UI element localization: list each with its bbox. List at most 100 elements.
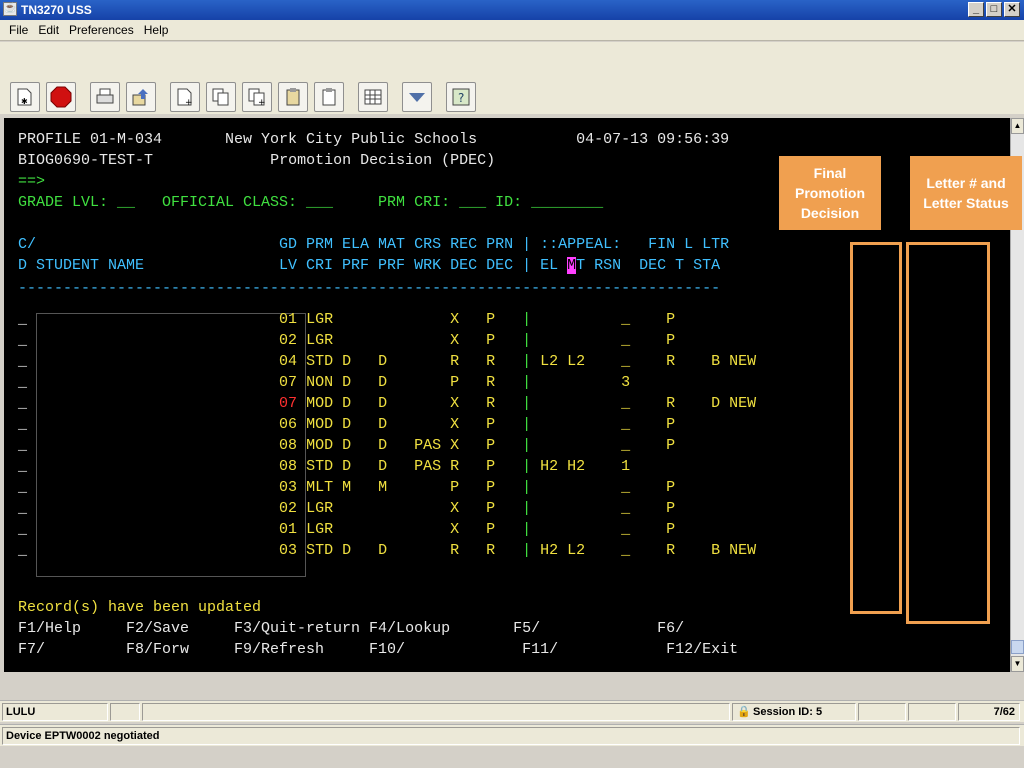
table-row[interactable]: _ 02 LGR X P | _ P <box>18 498 729 519</box>
letter-status <box>684 521 729 538</box>
status-bar: LULU 🔒 Session ID: 5 7/62 <box>0 700 1024 722</box>
dropdown-button[interactable] <box>402 82 432 112</box>
grid-button[interactable] <box>358 82 388 112</box>
table-row[interactable]: _ 02 LGR X P | _ P <box>18 330 729 351</box>
row-criteria: LGR X P <box>297 311 523 328</box>
device-bar: Device EPTW0002 negotiated <box>0 724 1024 746</box>
function-keys-2[interactable]: F7/ F8/Forw F9/Refresh F10/ F11/ F12/Exi… <box>18 639 738 660</box>
cursor-position: 7/62 <box>958 703 1020 721</box>
row-criteria: STD D D R R <box>297 353 523 370</box>
final-decision: R <box>639 542 685 559</box>
table-row[interactable]: _ 03 STD D D R R | H2 L2 _ R B NEW <box>18 540 756 561</box>
table-row[interactable]: _ 08 STD D D PAS R P | H2 H2 1 <box>18 456 729 477</box>
status-cell-blank-3 <box>858 703 906 721</box>
row-criteria: MOD D D X P <box>297 416 523 433</box>
table-row[interactable]: _ 03 MLT M M P P | _ P <box>18 477 729 498</box>
grade-level: 07 <box>279 374 298 391</box>
menu-help[interactable]: Help <box>139 23 174 37</box>
stop-button[interactable] <box>46 82 76 112</box>
appeal-fields[interactable]: _ <box>540 332 639 349</box>
svg-text:+: + <box>258 98 266 107</box>
menu-edit[interactable]: Edit <box>33 23 64 37</box>
final-decision: P <box>639 479 685 496</box>
letter-status: D NEW <box>684 395 757 412</box>
final-decision: R <box>639 395 685 412</box>
row-select-field[interactable]: _ <box>18 353 279 370</box>
paste-field-button[interactable] <box>314 82 344 112</box>
copy-append-button[interactable]: + <box>242 82 272 112</box>
scroll-up-arrow-icon[interactable]: ▲ <box>1011 118 1024 134</box>
row-select-field[interactable]: _ <box>18 311 279 328</box>
dropdown-icon <box>409 93 425 102</box>
user-id: LULU <box>2 703 108 721</box>
appeal-fields[interactable]: _ <box>540 416 639 433</box>
appeal-fields[interactable]: _ <box>540 500 639 517</box>
menu-file[interactable]: File <box>4 23 33 37</box>
row-select-field[interactable]: _ <box>18 458 279 475</box>
window-title-bar[interactable]: ☕ TN3270 USS _ □ ✕ <box>0 0 1024 20</box>
final-decision: P <box>639 332 685 349</box>
command-prompt[interactable]: ==> <box>18 171 45 192</box>
svg-text:?: ? <box>458 91 464 105</box>
grade-level: 06 <box>279 416 298 433</box>
row-select-field[interactable]: _ <box>18 521 279 538</box>
status-cell-blank-1 <box>110 703 140 721</box>
table-row[interactable]: _ 01 LGR X P | _ P <box>18 309 729 330</box>
table-row[interactable]: _ 06 MOD D D X P | _ P <box>18 414 729 435</box>
row-select-field[interactable]: _ <box>18 500 279 517</box>
grade-level: 02 <box>279 500 298 517</box>
row-select-field[interactable]: _ <box>18 374 279 391</box>
help-button[interactable]: ? <box>446 82 476 112</box>
appeal-fields[interactable]: _ <box>540 479 639 496</box>
row-select-field[interactable]: _ <box>18 437 279 454</box>
stop-icon <box>50 86 72 108</box>
maximize-button[interactable]: □ <box>986 2 1002 17</box>
timestamp: 04-07-13 09:56:39 <box>576 131 730 148</box>
appeal-fields[interactable]: _ <box>540 311 639 328</box>
copy-screen-button[interactable]: + <box>170 82 200 112</box>
print-button[interactable] <box>90 82 120 112</box>
final-decision: P <box>639 500 685 517</box>
copy-button[interactable] <box>206 82 236 112</box>
filter-fields[interactable]: GRADE LVL: __ OFFICIAL CLASS: ___ PRM CR… <box>18 192 603 213</box>
transfer-button[interactable] <box>126 82 156 112</box>
help-icon: ? <box>452 88 470 106</box>
table-row[interactable]: _ 07 MOD D D X R | _ R D NEW <box>18 393 756 414</box>
cursor[interactable]: M <box>567 257 577 274</box>
letter-status: B NEW <box>684 353 757 370</box>
agency-name: New York City Public Schools <box>225 131 478 148</box>
row-select-field[interactable]: _ <box>18 479 279 496</box>
new-session-button[interactable]: ✱ <box>10 82 40 112</box>
menu-preferences[interactable]: Preferences <box>64 23 139 37</box>
row-criteria: MOD D D PAS X P <box>297 437 523 454</box>
letter-status: B NEW <box>684 542 757 559</box>
table-row[interactable]: _ 01 LGR X P | _ P <box>18 519 729 540</box>
table-row[interactable]: _ 07 NON D D P R | 3 <box>18 372 729 393</box>
row-select-field[interactable]: _ <box>18 395 279 412</box>
appeal-fields[interactable]: L2 L2 _ <box>540 353 639 370</box>
letter-status-callout: Letter # and Letter Status <box>910 156 1022 230</box>
final-decision: P <box>639 311 685 328</box>
appeal-fields[interactable]: _ <box>540 395 639 412</box>
svg-text:+: + <box>185 98 193 107</box>
paste-button[interactable] <box>278 82 308 112</box>
appeal-fields[interactable]: 3 <box>540 374 639 391</box>
java-cup-icon: ☕ <box>3 2 17 16</box>
appeal-fields[interactable]: H2 H2 1 <box>540 458 639 475</box>
paste-field-icon <box>322 88 336 106</box>
row-select-field[interactable]: _ <box>18 542 279 559</box>
appeal-fields[interactable]: H2 L2 _ <box>540 542 639 559</box>
scroll-down-arrow-icon[interactable]: ▼ <box>1011 656 1024 672</box>
appeal-fields[interactable]: _ <box>540 437 639 454</box>
close-button[interactable]: ✕ <box>1004 2 1020 17</box>
grade-level: 03 <box>279 542 298 559</box>
status-cell-blank-4 <box>908 703 956 721</box>
appeal-fields[interactable]: _ <box>540 521 639 538</box>
table-row[interactable]: _ 04 STD D D R R | L2 L2 _ R B NEW <box>18 351 756 372</box>
function-keys-1[interactable]: F1/Help F2/Save F3/Quit-return F4/Lookup… <box>18 618 684 639</box>
table-row[interactable]: _ 08 MOD D D PAS X P | _ P <box>18 435 729 456</box>
minimize-button[interactable]: _ <box>968 2 984 17</box>
row-select-field[interactable]: _ <box>18 416 279 433</box>
row-select-field[interactable]: _ <box>18 332 279 349</box>
scroll-thumb[interactable] <box>1011 640 1024 654</box>
